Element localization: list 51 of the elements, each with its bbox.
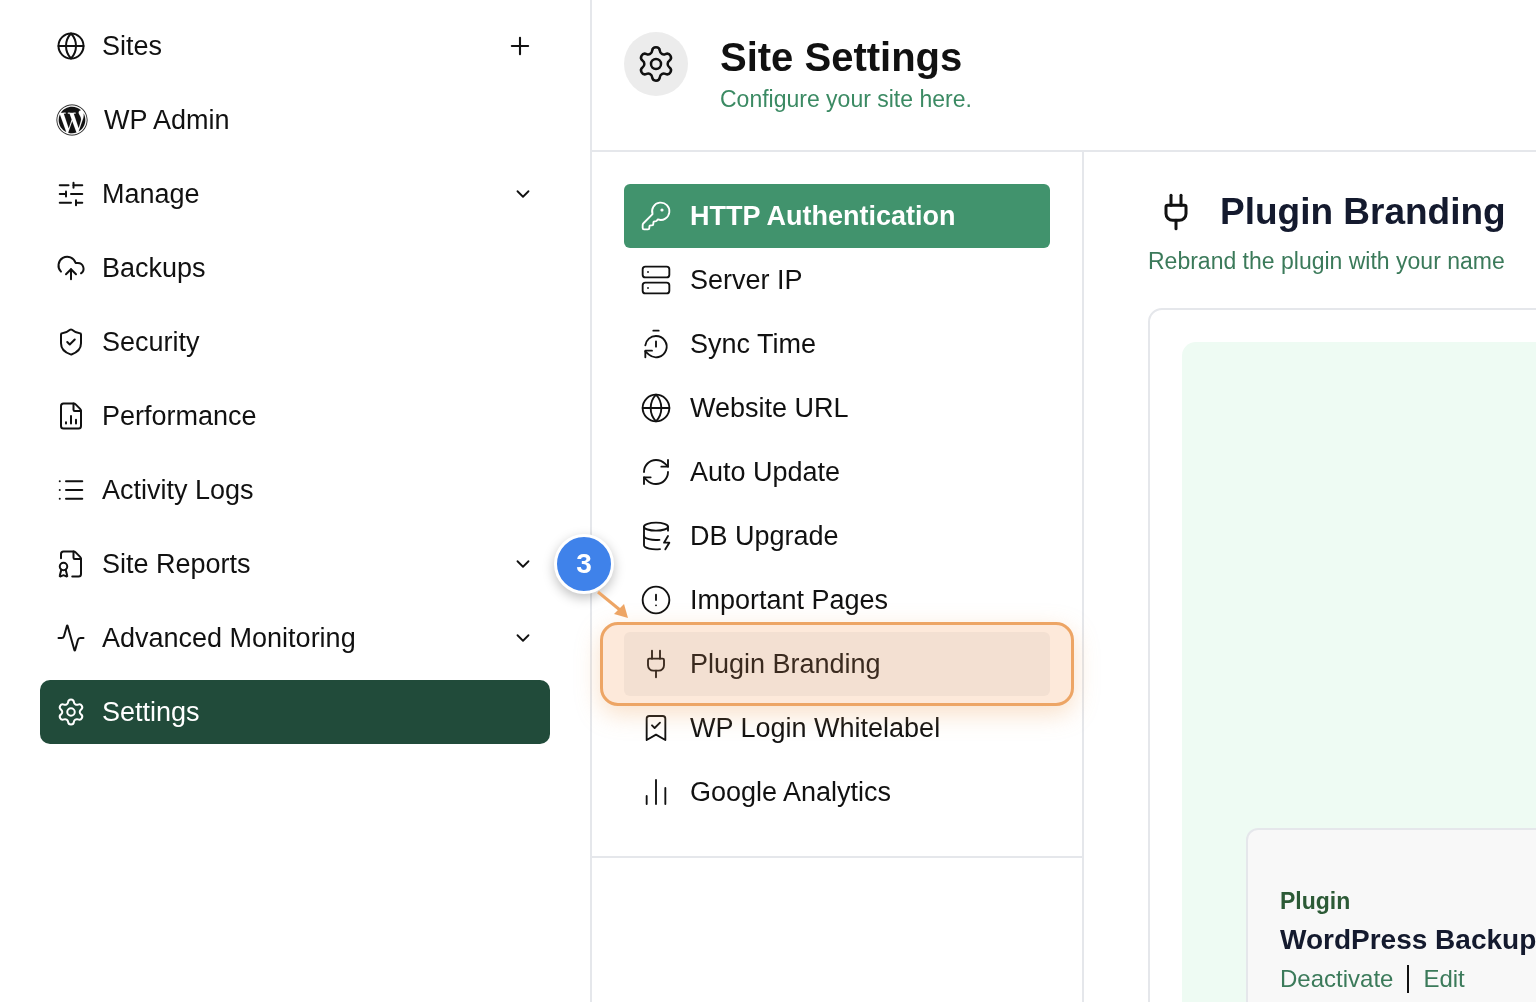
key-icon bbox=[640, 200, 672, 232]
settings-nav-item[interactable]: Plugin Branding bbox=[624, 632, 1050, 696]
cloud-upload-icon bbox=[56, 253, 86, 283]
panel-title: Plugin Branding bbox=[1220, 190, 1506, 234]
sidebar-label: Performance bbox=[102, 399, 258, 433]
pulse-icon bbox=[56, 623, 86, 653]
sidebar-label: Manage bbox=[102, 177, 201, 211]
settings-nav-item[interactable]: WP Login Whitelabel bbox=[624, 706, 1050, 750]
sidebar-item[interactable]: Site Reports bbox=[40, 532, 550, 596]
settings-nav-item[interactable]: Website URL bbox=[624, 386, 1050, 430]
sidebar-label: Advanced Monitoring bbox=[102, 621, 357, 655]
settings-nav-item[interactable]: Sync Time bbox=[624, 322, 1050, 366]
settings-nav-item[interactable]: Server IP bbox=[624, 258, 1050, 302]
settings-nav-item[interactable]: HTTP Authentication bbox=[624, 184, 1050, 248]
sidebar-item[interactable]: WP Admin bbox=[40, 88, 550, 152]
settings-nav-item[interactable]: Auto Update bbox=[624, 450, 1050, 494]
globe-icon bbox=[56, 31, 86, 61]
settings-nav-item[interactable]: Google Analytics bbox=[624, 770, 1050, 814]
sidebar-label: Sites bbox=[102, 29, 164, 63]
step-badge: 3 bbox=[554, 534, 614, 594]
sidebar-label: Backups bbox=[102, 251, 207, 285]
settings-nav-item[interactable]: Important Pages bbox=[624, 578, 1050, 622]
gear-icon bbox=[56, 697, 86, 727]
sidebar-label: WP Admin bbox=[104, 103, 231, 137]
server-icon bbox=[640, 264, 672, 296]
sidebar-item[interactable]: Activity Logs bbox=[40, 458, 550, 522]
sidebar-item[interactable]: Sites bbox=[40, 14, 550, 78]
page-title: Site Settings bbox=[720, 34, 964, 81]
plugin-name: WordPress Backup bbox=[1280, 922, 1536, 957]
settings-nav-item[interactable]: DB Upgrade bbox=[624, 514, 1050, 558]
sidebar-item[interactable]: Settings bbox=[40, 680, 550, 744]
sidebar-item[interactable]: Security bbox=[40, 310, 550, 374]
globe-icon bbox=[640, 392, 672, 424]
sliders-icon bbox=[56, 179, 86, 209]
sidebar-label: Security bbox=[102, 325, 201, 359]
plugin-action-link[interactable]: Deactivate bbox=[1280, 960, 1394, 997]
refresh-icon bbox=[640, 456, 672, 488]
sidebar-label: Site Reports bbox=[102, 547, 252, 581]
sidebar-item[interactable]: Backups bbox=[40, 236, 550, 300]
plugin-action-link[interactable]: Edit bbox=[1423, 960, 1465, 997]
sidebar-item[interactable]: Advanced Monitoring bbox=[40, 606, 550, 670]
database-icon bbox=[640, 520, 672, 552]
sidebar-label: Settings bbox=[102, 695, 201, 729]
page-subtitle: Configure your site here. bbox=[720, 85, 972, 114]
sidebar-item[interactable]: Performance bbox=[40, 384, 550, 448]
alert-circle-icon bbox=[640, 584, 672, 616]
sidebar-label: Activity Logs bbox=[102, 473, 255, 507]
panel-subtitle: Rebrand the plugin with your name bbox=[1148, 246, 1506, 276]
circle-logo-icon bbox=[56, 104, 88, 136]
sidebar-item[interactable]: Manage bbox=[40, 162, 550, 226]
plugin-label: Plugin bbox=[1280, 887, 1352, 916]
